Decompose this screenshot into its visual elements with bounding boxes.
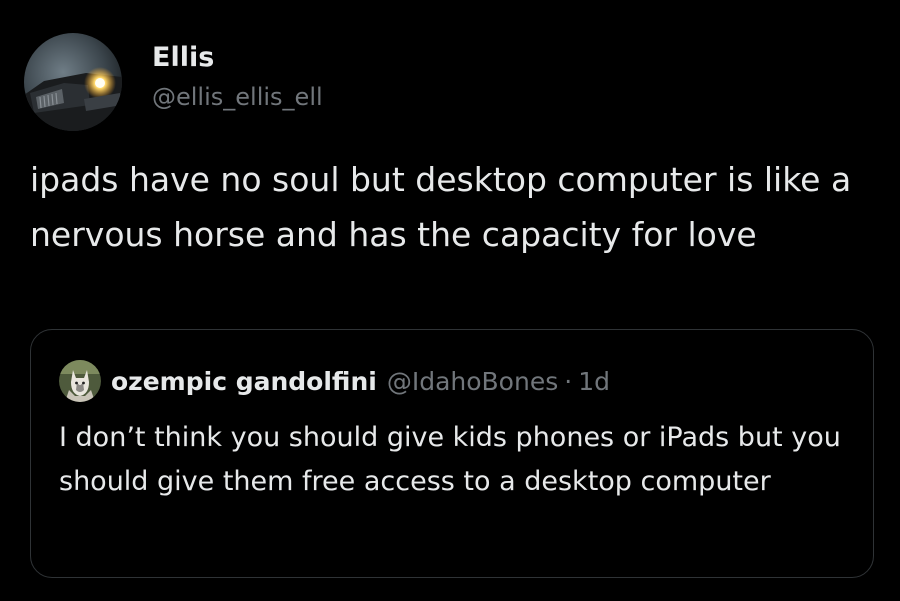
quoted-author-avatar[interactable]	[59, 360, 101, 402]
cat-photo-avatar	[59, 360, 101, 402]
tweet-text: ipads have no soul but desktop computer …	[30, 160, 852, 254]
quoted-tweet-header: ozempic gandolfini @IdahoBones · 1d	[59, 360, 610, 402]
quoted-author-display-name[interactable]: ozempic gandolfini	[111, 367, 377, 396]
author-info: Ellis @ellis_ellis_ell	[152, 40, 323, 114]
quoted-tweet-timestamp[interactable]: 1d	[578, 367, 610, 396]
car-headlight-photo-avatar	[24, 33, 122, 131]
author-handle[interactable]: @ellis_ellis_ell	[152, 80, 323, 114]
quoted-tweet-text: I don’t think you should give kids phone…	[59, 422, 841, 497]
author-avatar[interactable]	[24, 33, 122, 131]
quoted-author-handle[interactable]: @IdahoBones	[387, 367, 558, 396]
separator-dot: ·	[564, 366, 573, 396]
tweet[interactable]: Ellis @ellis_ellis_ell ipads have no sou…	[0, 0, 900, 601]
author-display-name[interactable]: Ellis	[152, 40, 323, 76]
quoted-tweet-card[interactable]: ozempic gandolfini @IdahoBones · 1d I do…	[30, 329, 874, 578]
